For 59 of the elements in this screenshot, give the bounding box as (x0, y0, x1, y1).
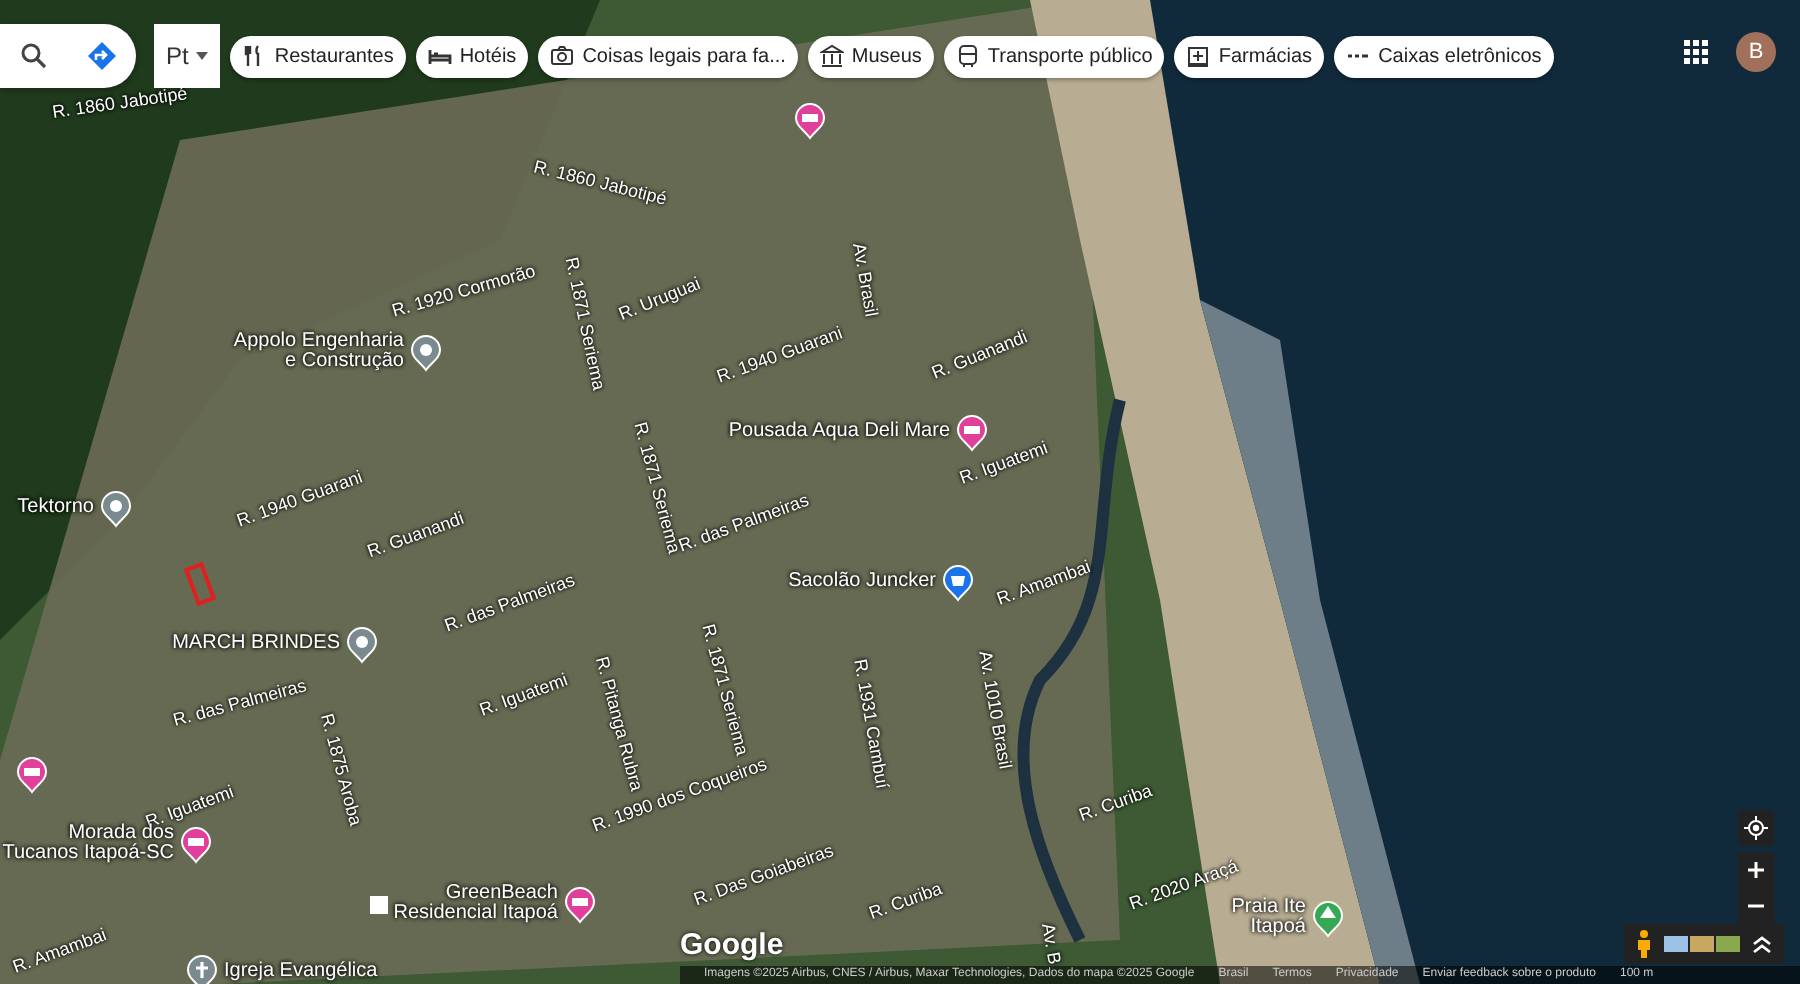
category-chip[interactable]: Farmácias (1174, 35, 1325, 77)
place-label[interactable]: Igreja Evangélica (224, 961, 378, 983)
my-location-button[interactable] (1738, 810, 1774, 846)
plot-outline (183, 561, 217, 607)
place-label[interactable]: Pousada Aqua Deli Mare (728, 421, 950, 443)
shop-pin-icon[interactable] (942, 563, 974, 601)
category-chip[interactable]: Caixas eletrônicos (1334, 35, 1554, 77)
service-pin-icon[interactable] (346, 625, 378, 663)
plus-icon (1748, 862, 1764, 878)
layer-dropdown[interactable]: Pt (154, 24, 221, 88)
street-label: Av. B (1036, 921, 1067, 967)
directions-icon[interactable] (88, 42, 116, 70)
street-label: Av. 1010 Brasil (973, 648, 1018, 772)
church-pin-icon[interactable] (186, 953, 218, 984)
layer-thumbnail[interactable] (1664, 936, 1688, 952)
park-pin-icon[interactable] (1312, 899, 1344, 937)
layer-thumbnail[interactable] (1716, 936, 1740, 952)
street-label: R. 1871 Seriema (696, 621, 755, 759)
place-label[interactable]: Sacolão Juncker (788, 571, 936, 593)
lodging-pin-icon[interactable] (794, 101, 826, 139)
street-label: R. 1871 Seriema (559, 255, 612, 393)
pharmacy-icon (1186, 44, 1211, 68)
google-logo: Google (680, 930, 784, 960)
place-label[interactable]: Morada dos Tucanos Itapoá-SC (2, 823, 174, 865)
service-pin-icon[interactable] (100, 489, 132, 527)
location-icon (1744, 816, 1768, 840)
lodging-pin-icon[interactable] (180, 825, 212, 863)
place-label[interactable]: Tektorno (17, 497, 94, 519)
street-label: R. 1875 Aroba (314, 710, 368, 830)
place-label[interactable]: MARCH BRINDES (172, 633, 340, 655)
street-label: R. 1920 Cormorão (389, 258, 539, 325)
camera-icon (550, 44, 575, 68)
apps-grid-icon[interactable] (1684, 40, 1708, 64)
street-label: R. Pitanga Rubra (589, 653, 649, 795)
service-pin-icon[interactable] (410, 333, 442, 371)
street-label: R. das Palmeiras (170, 673, 310, 734)
transit-icon (955, 44, 980, 68)
street-label: Av. Brasil (847, 241, 884, 319)
place-label[interactable]: GreenBeach Residencial Itapoá (393, 883, 558, 925)
category-chip[interactable]: Restaurantes (230, 35, 406, 77)
hotel-icon (427, 44, 452, 68)
street-label: R. Curiba (865, 876, 947, 927)
search-icon[interactable] (20, 42, 48, 70)
category-chip[interactable]: Transporte público (943, 35, 1165, 77)
caret-icon (196, 52, 209, 60)
street-label: R. Curiba (1075, 778, 1157, 829)
search-box[interactable] (0, 24, 136, 88)
place-label[interactable]: Appolo Engenharia e Construção (233, 331, 404, 373)
street-label: R. 1860 Jabotipé (530, 154, 670, 213)
street-label: R. 1931 Cambuí (848, 657, 895, 791)
layer-thumbnail[interactable] (1690, 936, 1714, 952)
category-chip[interactable]: Coisas legais para fa... (538, 35, 798, 77)
person-icon[interactable] (1636, 930, 1652, 958)
category-chip[interactable]: Museus (807, 35, 934, 77)
zoom-in-button[interactable] (1738, 852, 1774, 888)
lodging-pin-icon[interactable] (564, 885, 596, 923)
lodging-pin-icon[interactable] (16, 755, 48, 793)
chevron-up-icon[interactable] (1752, 934, 1772, 954)
museum-icon (819, 44, 844, 68)
